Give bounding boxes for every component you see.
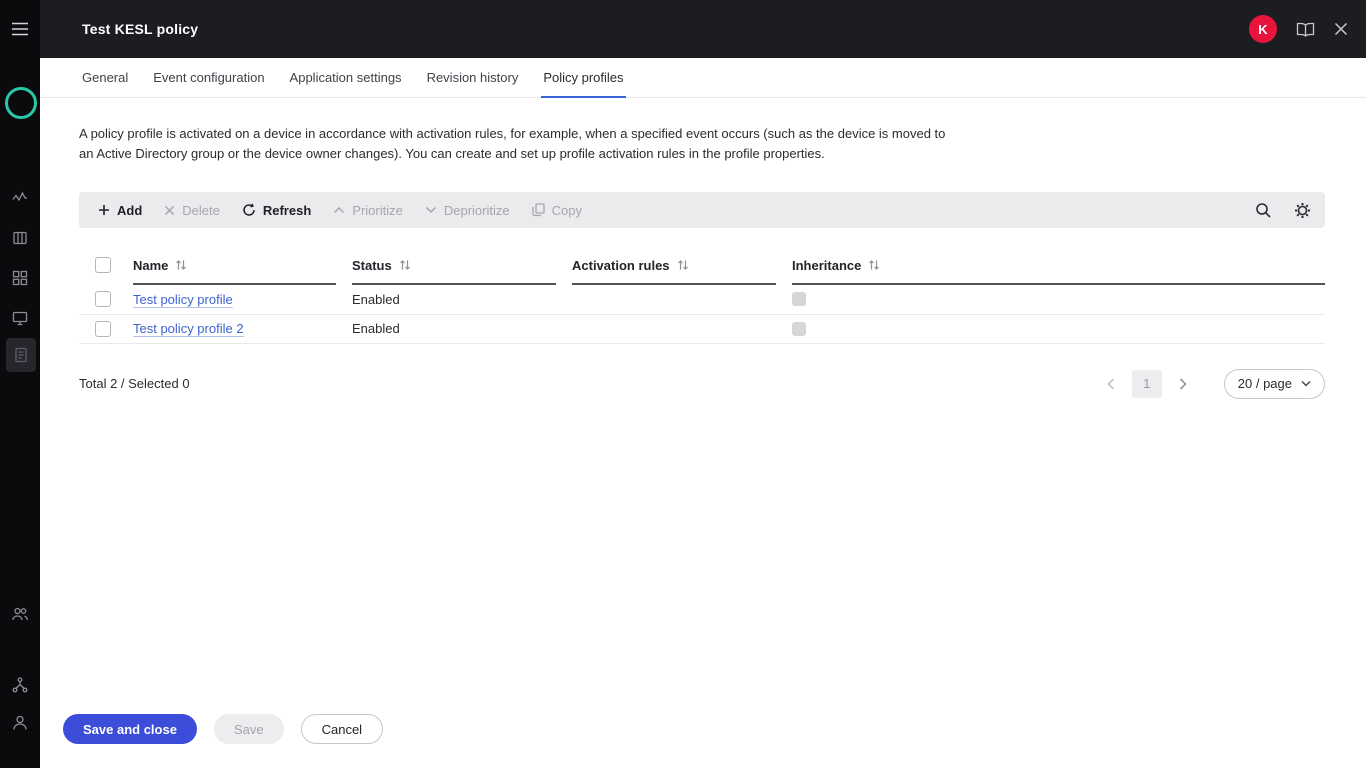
copy-button-label: Copy: [552, 203, 582, 218]
refresh-icon: [242, 203, 256, 217]
library-icon[interactable]: [12, 230, 28, 246]
chevron-up-icon: [333, 206, 345, 214]
status-value: Enabled: [352, 292, 400, 307]
select-all-checkbox[interactable]: [95, 257, 111, 273]
chevron-down-icon: [425, 206, 437, 214]
pagination: 1 20 / page: [1107, 369, 1325, 399]
app-logo-icon: [5, 87, 37, 119]
monitoring-icon[interactable]: [12, 189, 28, 205]
inheritance-checkbox-disabled: [792, 292, 806, 306]
delete-button[interactable]: Delete: [153, 192, 231, 228]
documentation-icon[interactable]: [1296, 22, 1315, 37]
profiles-description: A policy profile is activated on a devic…: [79, 124, 951, 164]
delete-button-label: Delete: [182, 203, 220, 218]
row-checkbox[interactable]: [95, 321, 111, 337]
profiles-toolbar: Add Delete Refresh Prioritize Deprioriti…: [79, 192, 1325, 228]
gear-icon[interactable]: [1294, 202, 1311, 219]
app-root: Test KESL policy K General Event configu…: [0, 0, 1366, 768]
x-icon: [164, 205, 175, 216]
users-icon[interactable]: [12, 606, 28, 622]
table-header-row: Name Status Activation rules Inheri: [79, 248, 1325, 285]
prioritize-button[interactable]: Prioritize: [322, 192, 414, 228]
column-header-activation-rules[interactable]: Activation rules: [572, 249, 776, 285]
sort-icon: [677, 259, 689, 271]
refresh-button[interactable]: Refresh: [231, 192, 322, 228]
add-button-label: Add: [117, 203, 142, 218]
tab-revision-history[interactable]: Revision history: [425, 58, 521, 98]
plus-icon: [98, 204, 110, 216]
policy-panel: Test KESL policy K General Event configu…: [40, 0, 1366, 768]
column-header-name[interactable]: Name: [133, 249, 336, 285]
hierarchy-icon[interactable]: [12, 677, 28, 693]
save-and-close-button[interactable]: Save and close: [63, 714, 197, 744]
titlebar-actions: K: [1249, 15, 1348, 43]
cancel-button[interactable]: Cancel: [301, 714, 383, 744]
account-icon[interactable]: [12, 715, 28, 731]
tab-general[interactable]: General: [80, 58, 130, 98]
copy-button[interactable]: Copy: [521, 192, 593, 228]
next-page-icon[interactable]: [1179, 378, 1187, 390]
tab-application-settings[interactable]: Application settings: [288, 58, 404, 98]
row-checkbox[interactable]: [95, 291, 111, 307]
kaspersky-logo-icon[interactable]: K: [1249, 15, 1277, 43]
dialog-actions: Save and close Save Cancel: [40, 700, 1366, 768]
table-row: Test policy profile 2 Enabled: [79, 314, 1325, 343]
main-sidebar: [0, 0, 40, 768]
status-value: Enabled: [352, 321, 400, 336]
page-title: Test KESL policy: [82, 21, 198, 37]
column-header-status[interactable]: Status: [352, 249, 556, 285]
titlebar: Test KESL policy K: [40, 0, 1366, 58]
tab-policy-profiles[interactable]: Policy profiles: [541, 58, 625, 98]
copy-icon: [532, 203, 545, 217]
search-icon[interactable]: [1255, 202, 1271, 218]
deprioritize-button[interactable]: Deprioritize: [414, 192, 521, 228]
close-icon[interactable]: [1334, 22, 1348, 36]
toolbar-right: [1255, 202, 1311, 219]
sort-icon: [399, 259, 411, 271]
table-footer: Total 2 / Selected 0 1 20 / page: [79, 369, 1325, 399]
save-button[interactable]: Save: [214, 714, 284, 744]
selection-summary: Total 2 / Selected 0: [79, 376, 190, 391]
devices-icon[interactable]: [12, 310, 28, 326]
menu-icon[interactable]: [11, 22, 29, 39]
page-size-select[interactable]: 20 / page: [1224, 369, 1325, 399]
sort-icon: [175, 259, 187, 271]
table-row: Test policy profile Enabled: [79, 285, 1325, 314]
sort-icon: [868, 259, 880, 271]
sidebar-item-policies-active[interactable]: [6, 338, 36, 372]
policy-tabs: General Event configuration Application …: [40, 58, 1366, 98]
profile-link[interactable]: Test policy profile: [133, 292, 233, 307]
apps-grid-icon[interactable]: [12, 270, 28, 286]
current-page[interactable]: 1: [1132, 370, 1162, 398]
page-size-value: 20 / page: [1238, 376, 1292, 391]
prioritize-button-label: Prioritize: [352, 203, 403, 218]
profiles-table: Name Status Activation rules Inheri: [79, 248, 1325, 344]
chevron-down-icon: [1301, 380, 1311, 387]
column-header-inheritance[interactable]: Inheritance: [792, 249, 1325, 285]
deprioritize-button-label: Deprioritize: [444, 203, 510, 218]
add-button[interactable]: Add: [87, 192, 153, 228]
profile-link[interactable]: Test policy profile 2: [133, 321, 244, 336]
policy-profiles-content: A policy profile is activated on a devic…: [40, 98, 1366, 700]
tab-event-configuration[interactable]: Event configuration: [151, 58, 266, 98]
previous-page-icon[interactable]: [1107, 378, 1115, 390]
refresh-button-label: Refresh: [263, 203, 311, 218]
inheritance-checkbox-disabled: [792, 322, 806, 336]
